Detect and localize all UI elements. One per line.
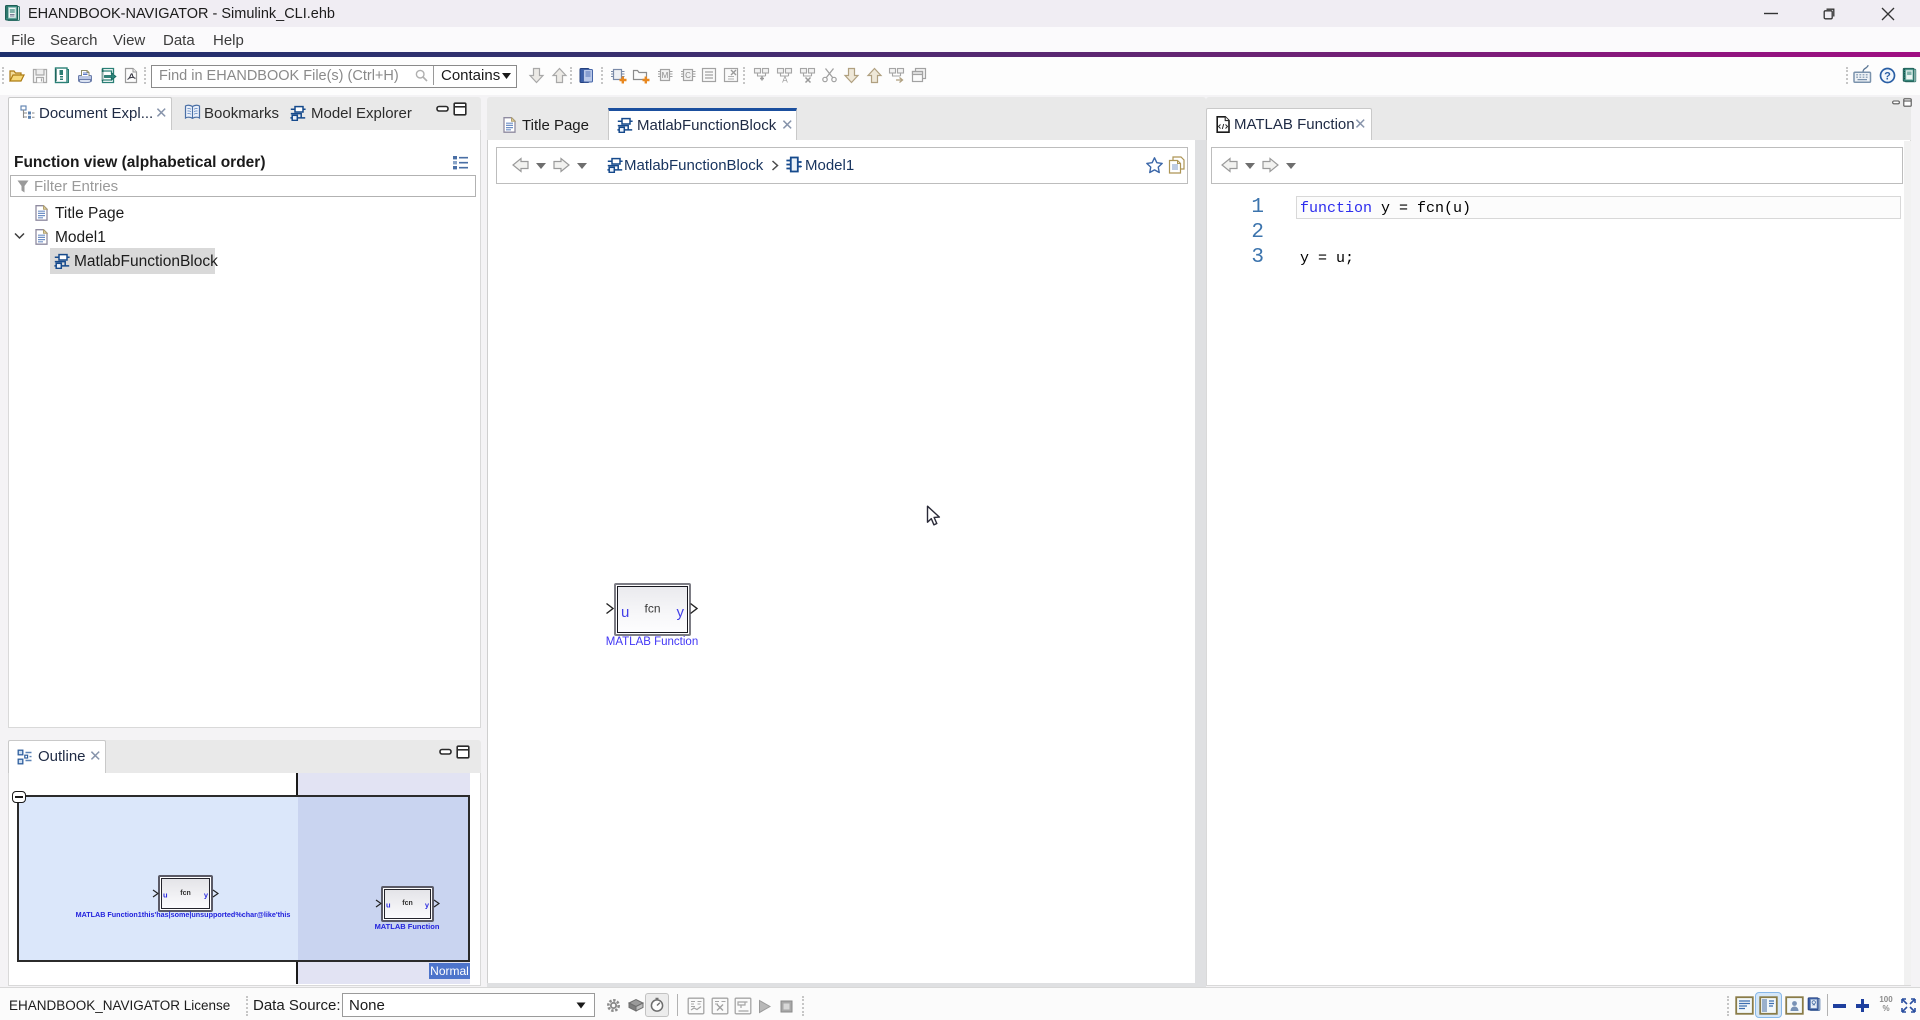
svg-text:C: C bbox=[685, 71, 691, 80]
svg-text:?: ? bbox=[1884, 71, 1891, 83]
svg-text:A: A bbox=[782, 75, 788, 85]
svg-text:M: M bbox=[662, 71, 669, 80]
